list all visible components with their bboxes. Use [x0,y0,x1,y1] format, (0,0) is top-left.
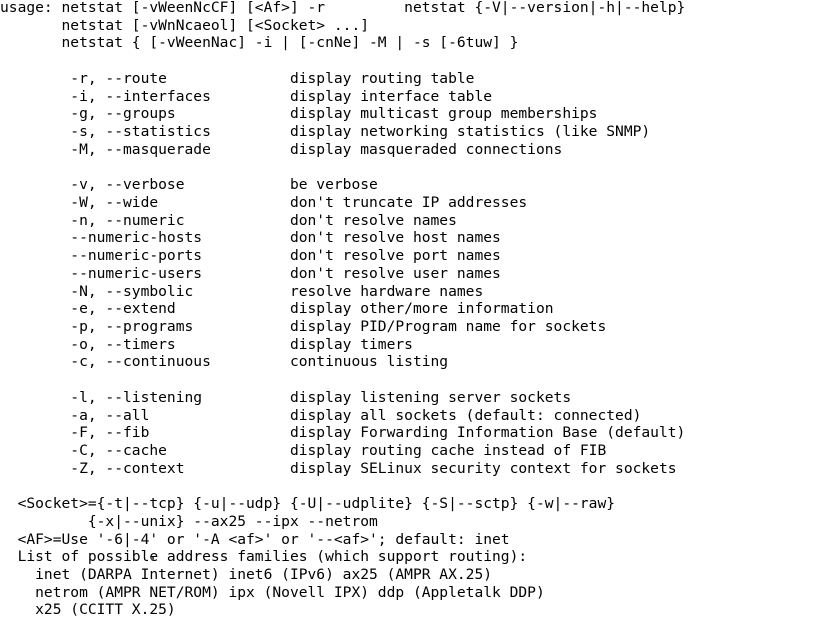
terminal-window[interactable]: usage: netstat [-vWeenNcCF] [<Af>] -r ne… [0,0,813,618]
netstat-help-output: usage: netstat [-vWeenNcCF] [<Af>] -r ne… [0,0,686,619]
text-cursor [151,557,154,560]
